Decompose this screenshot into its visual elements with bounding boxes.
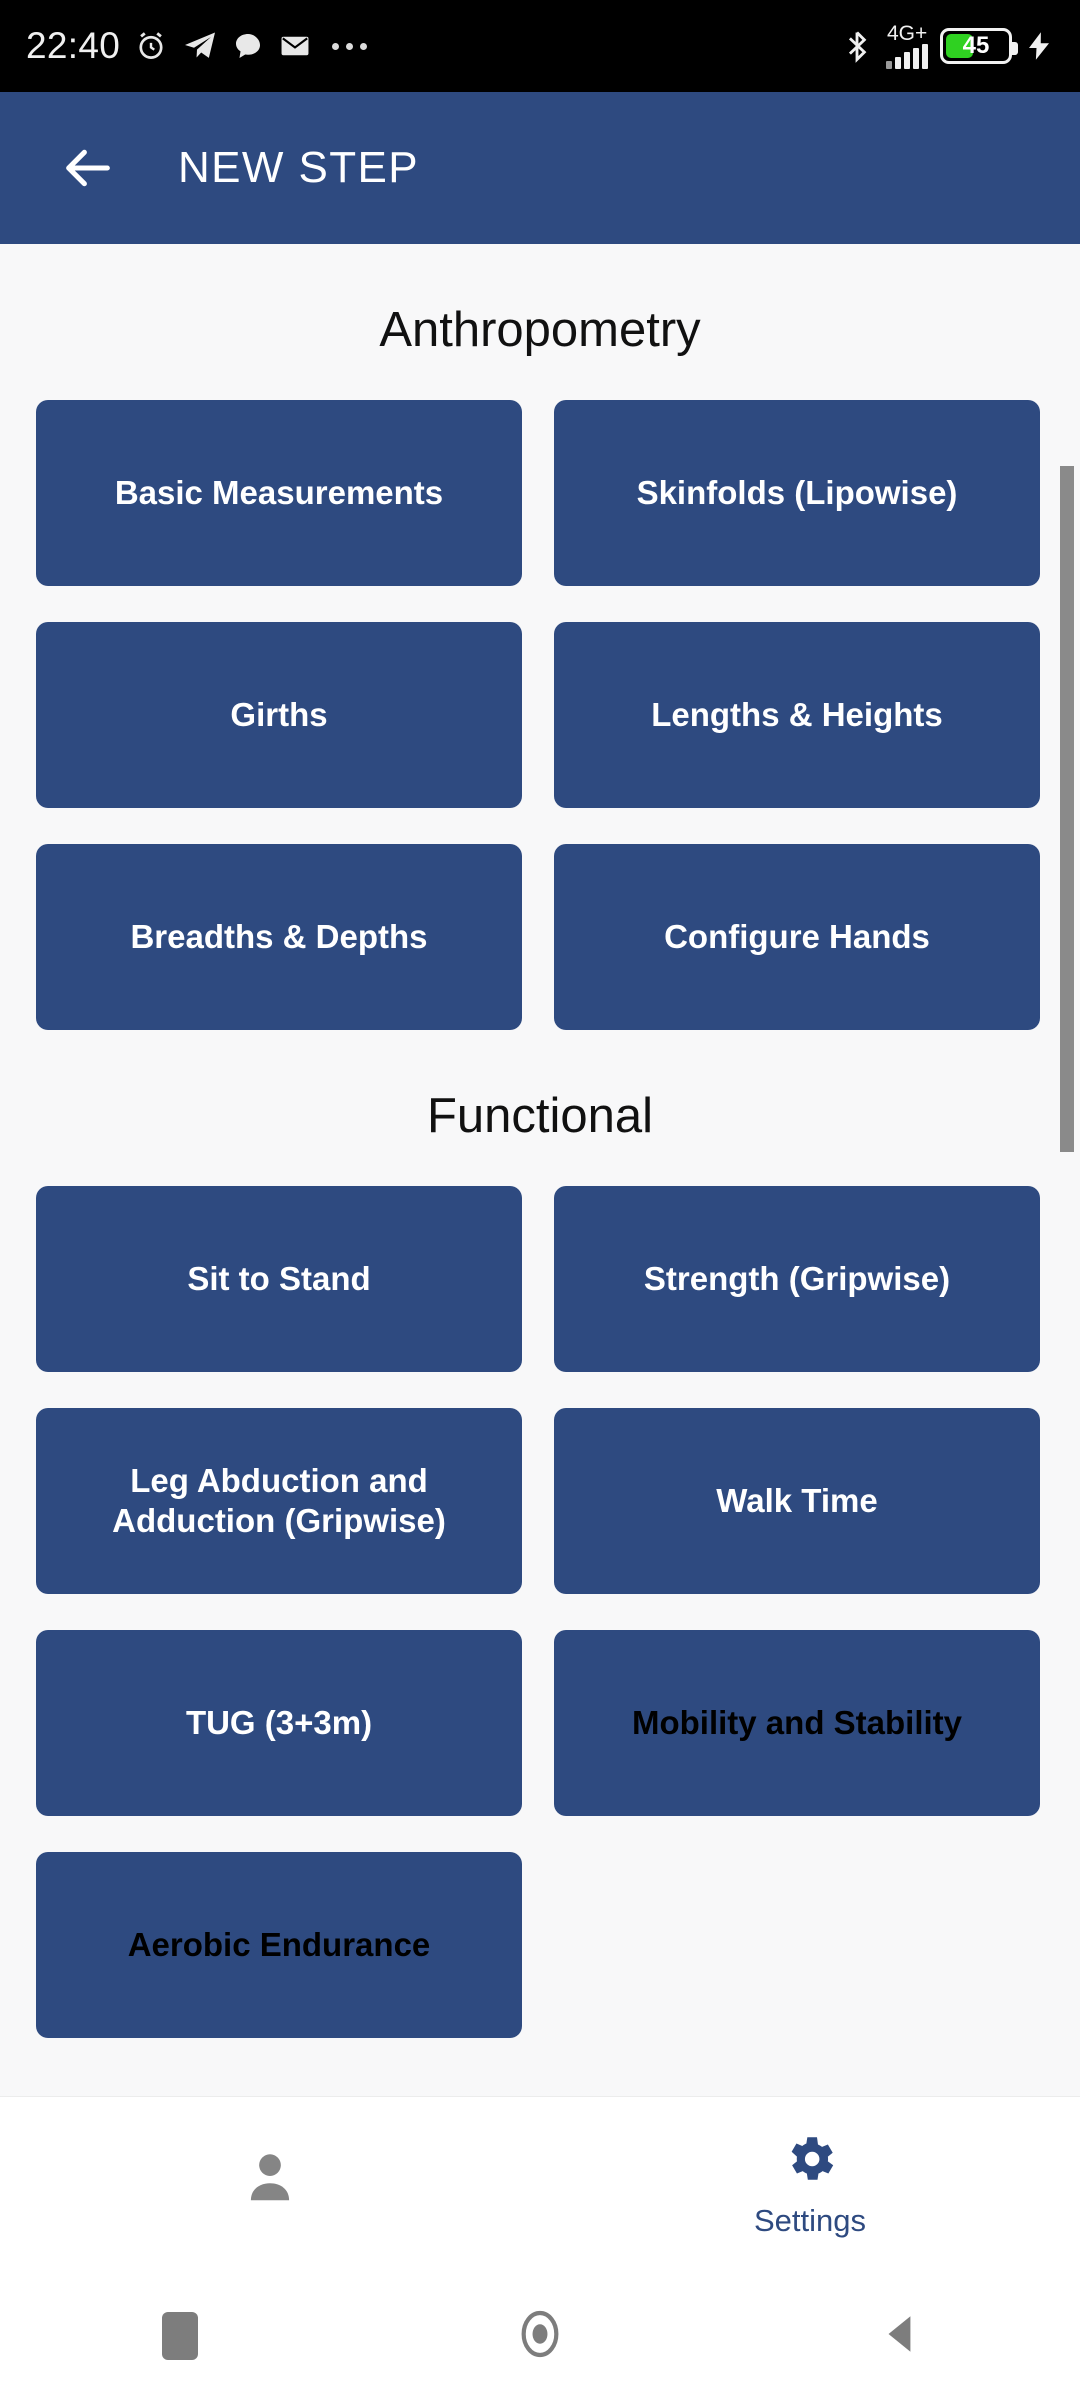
alarm-icon bbox=[134, 29, 168, 63]
tile-label: Girths bbox=[230, 695, 328, 733]
person-icon bbox=[239, 2146, 301, 2213]
tile-button[interactable]: Leg Abduction and Adduction (Gripwise) bbox=[36, 1408, 522, 1594]
recents-button[interactable] bbox=[0, 2312, 360, 2360]
chat-bubble-icon bbox=[232, 30, 264, 62]
tile-grid: Basic Measurements Skinfolds (Lipowise) Gi… bbox=[0, 400, 1080, 1030]
tile-label: Configure Hands bbox=[664, 917, 930, 955]
app-bar: NEW STEP bbox=[0, 92, 1080, 244]
tile-button[interactable]: Lengths & Heights bbox=[554, 622, 1040, 808]
section-heading: Anthropometry bbox=[379, 303, 701, 357]
status-bar-right: 4G+ 45 bbox=[840, 23, 1054, 69]
charging-bolt-icon bbox=[1024, 29, 1054, 63]
tile-grid: Sit to Stand Strength (Gripwise) Leg Abduc… bbox=[0, 1186, 1080, 2038]
tile-label: Basic Measurements bbox=[114, 473, 444, 511]
battery-percent-label: 45 bbox=[962, 32, 990, 59]
tile-label: Breadths & Depths bbox=[130, 917, 428, 955]
back-button[interactable] bbox=[56, 136, 120, 200]
tile-button[interactable]: Skinfolds (Lipowise) bbox=[554, 400, 1040, 586]
cellular-indicator: 4G+ bbox=[886, 23, 928, 69]
status-bar-left: 22:40 bbox=[26, 25, 368, 67]
tile-button[interactable]: Configure Hands bbox=[554, 844, 1040, 1030]
tile-label: Walk Time bbox=[716, 1481, 878, 1519]
bluetooth-icon bbox=[840, 29, 874, 63]
tile-button[interactable]: Walk Time bbox=[554, 1408, 1040, 1594]
tile-label: Aerobic Endurance bbox=[127, 1925, 431, 1963]
status-bar: 22:40 4G+ 45 bbox=[0, 0, 1080, 92]
tile-button[interactable]: Strength (Gripwise) bbox=[554, 1186, 1040, 1372]
gear-icon bbox=[781, 2130, 839, 2193]
telegram-icon bbox=[182, 28, 218, 64]
tile-label: Strength (Gripwise) bbox=[643, 1259, 951, 1297]
tile-label: Lengths & Heights bbox=[651, 695, 943, 733]
tile-label: Mobility and Stability bbox=[631, 1703, 963, 1741]
status-bar-clock: 22:40 bbox=[26, 25, 121, 66]
bottom-navigation: Settings bbox=[0, 2096, 1080, 2272]
nav-item-settings-label: Settings bbox=[753, 2203, 866, 2238]
tile-label: TUG (3+3m) bbox=[185, 1703, 373, 1741]
android-system-nav bbox=[0, 2272, 1080, 2400]
tile-button[interactable]: Mobility and Stability bbox=[554, 1630, 1040, 1816]
section-heading: Functional bbox=[426, 1089, 654, 1143]
battery-icon: 45 bbox=[940, 28, 1018, 64]
home-button[interactable] bbox=[360, 2306, 720, 2367]
tile-button[interactable]: Basic Measurements bbox=[36, 400, 522, 586]
triangle-back-icon bbox=[875, 2309, 925, 2364]
tile-button[interactable]: Girths bbox=[36, 622, 522, 808]
nav-item-settings[interactable]: Settings bbox=[540, 2097, 1080, 2272]
mail-icon bbox=[278, 29, 312, 63]
tile-button[interactable]: Aerobic Endurance bbox=[36, 1852, 522, 2038]
scrollbar-thumb[interactable] bbox=[1060, 466, 1074, 1152]
tile-label: Leg Abduction and Adduction (Gripwise) bbox=[112, 1461, 446, 1539]
circle-home-icon bbox=[512, 2306, 568, 2367]
tile-label: Sit to Stand bbox=[187, 1259, 371, 1297]
nav-item-profile[interactable] bbox=[0, 2097, 540, 2272]
tile-button[interactable]: Sit to Stand bbox=[36, 1186, 522, 1372]
tile-button[interactable]: Breadths & Depths bbox=[36, 844, 522, 1030]
network-type-label: 4G+ bbox=[887, 22, 928, 45]
tile-button[interactable]: TUG (3+3m) bbox=[36, 1630, 522, 1816]
signal-bars-icon bbox=[886, 44, 928, 69]
phone-screen: 22:40 4G+ 45 NEW STEP Anthropometry Basi… bbox=[0, 0, 1080, 2400]
square-recents-icon bbox=[162, 2312, 198, 2360]
page-title: NEW STEP bbox=[178, 143, 419, 192]
overflow-dots-icon bbox=[332, 42, 368, 50]
back-button-system[interactable] bbox=[720, 2309, 1080, 2364]
scroll-content[interactable]: Anthropometry Basic Measurements Skinfolds… bbox=[0, 244, 1080, 2096]
tile-label: Skinfolds (Lipowise) bbox=[636, 473, 958, 511]
